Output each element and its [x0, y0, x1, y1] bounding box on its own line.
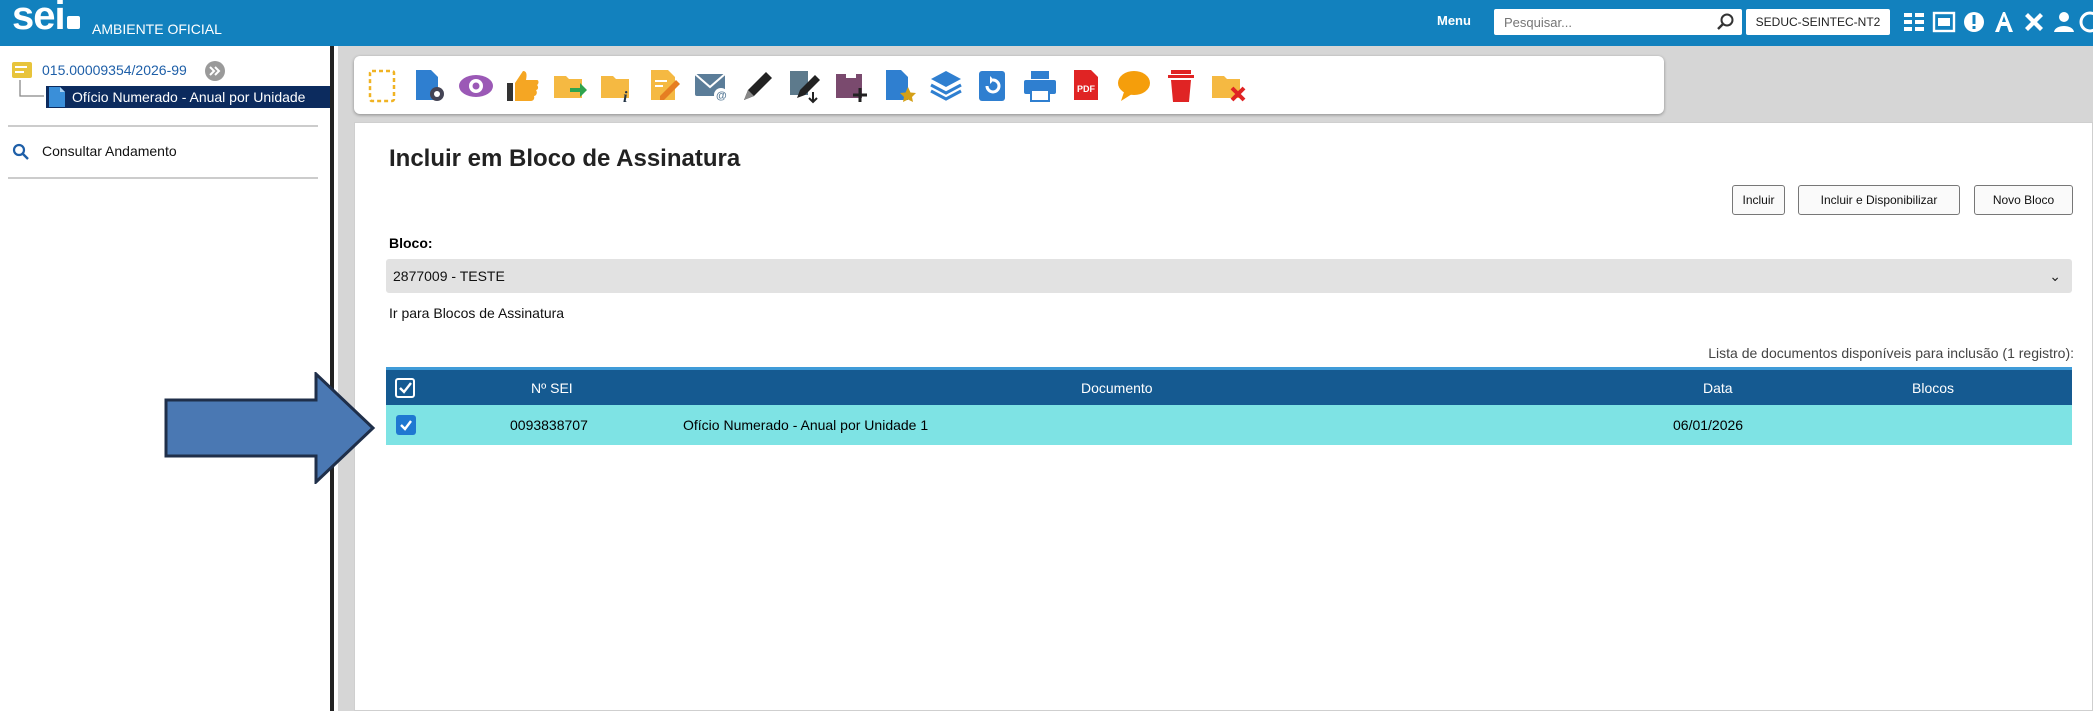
svg-text:@: @ — [716, 90, 727, 102]
unit-selector[interactable]: SEDUC-SEINTEC-NT2 — [1746, 9, 1890, 35]
process-settings-icon[interactable] — [411, 68, 447, 104]
logo-text: sei — [12, 0, 66, 38]
font-icon[interactable] — [1992, 10, 2016, 34]
print-icon[interactable] — [1022, 68, 1058, 104]
header-documento[interactable]: Documento — [1081, 370, 1153, 405]
sei-logo[interactable]: sei — [12, 0, 80, 39]
pdf-icon[interactable]: PDF — [1069, 68, 1105, 104]
top-bar: sei AMBIENTE OFICIAL Menu SEDUC-SEINTEC-… — [0, 0, 2093, 46]
svg-text:PDF: PDF — [1077, 84, 1096, 94]
logo-dot-icon — [66, 16, 80, 29]
table-header: Nº SEI Documento Data Blocos — [386, 367, 2072, 405]
table-row[interactable]: 0093838707 Ofício Numerado - Anual por U… — [386, 405, 2072, 445]
grid-icon[interactable] — [1902, 10, 1926, 34]
tree-document-label: Ofício Numerado - Anual por Unidade — [72, 89, 306, 105]
like-icon[interactable] — [505, 68, 541, 104]
sidebar-divider — [8, 177, 318, 179]
calendar-icon[interactable] — [1932, 10, 1956, 34]
layers-icon[interactable] — [928, 68, 964, 104]
tree-document-item[interactable]: Ofício Numerado - Anual por Unidade — [46, 86, 330, 108]
search-icon — [12, 143, 29, 160]
document-toolbar: i @ PDF — [354, 56, 1664, 114]
cell-documento[interactable]: Ofício Numerado - Anual por Unidade 1 — [683, 405, 928, 445]
bloco-label: Bloco: — [389, 235, 433, 251]
process-info-icon[interactable]: i — [599, 68, 635, 104]
add-to-block-icon[interactable] — [834, 68, 870, 104]
user-icon[interactable] — [2052, 10, 2076, 34]
checkbox-checked-icon — [396, 415, 416, 435]
new-document-icon[interactable] — [364, 68, 400, 104]
checkbox-checked-icon — [395, 377, 415, 398]
search-input[interactable] — [1494, 9, 1742, 35]
tools-icon[interactable] — [2022, 10, 2046, 34]
svg-text:i: i — [623, 89, 628, 104]
close-process-icon[interactable] — [1210, 68, 1246, 104]
view-icon[interactable] — [458, 68, 494, 104]
sidebar-divider — [8, 125, 318, 127]
bloco-selected-value: 2877009 - TESTE — [393, 268, 505, 284]
main-area: i @ PDF Incluir em Bloco de Assinatura I… — [338, 46, 2093, 711]
tree-connector — [19, 80, 44, 97]
consult-history-link[interactable]: Consultar Andamento — [42, 143, 177, 159]
novo-bloco-button[interactable]: Novo Bloco — [1974, 185, 2073, 215]
chevron-down-icon: ⌄ — [2049, 268, 2061, 284]
send-email-icon[interactable]: @ — [693, 68, 729, 104]
incluir-button[interactable]: Incluir — [1732, 185, 1785, 215]
content-panel: Incluir em Bloco de Assinatura Incluir I… — [354, 122, 2093, 711]
bookmark-icon[interactable] — [881, 68, 917, 104]
list-caption: Lista de documentos disponíveis para inc… — [1708, 345, 2074, 361]
alert-icon[interactable] — [1962, 10, 1986, 34]
edit-document-icon[interactable] — [646, 68, 682, 104]
process-number-link[interactable]: 015.00009354/2026-99 — [42, 62, 187, 78]
comment-icon[interactable] — [1116, 68, 1152, 104]
search-icon[interactable] — [1716, 12, 1736, 32]
header-numero-sei[interactable]: Nº SEI — [531, 370, 573, 405]
environment-label: AMBIENTE OFICIAL — [92, 21, 222, 37]
cell-data: 06/01/2026 — [1673, 417, 1744, 433]
bloco-select[interactable]: 2877009 - TESTE ⌄ — [386, 259, 2072, 293]
cell-numero-sei: 0093838707 — [510, 417, 588, 433]
incluir-disponibilizar-button[interactable]: Incluir e Disponibilizar — [1798, 185, 1960, 215]
annotation-arrow-icon — [164, 372, 376, 484]
sign-icon[interactable] — [740, 68, 776, 104]
process-icon — [12, 62, 32, 78]
page-title: Incluir em Bloco de Assinatura — [389, 145, 741, 172]
sign-multiple-icon[interactable] — [787, 68, 823, 104]
go-to-blocks-link[interactable]: Ir para Blocos de Assinatura — [389, 305, 564, 321]
header-data[interactable]: Data — [1703, 370, 1733, 405]
refresh-icon[interactable] — [975, 68, 1011, 104]
select-all-checkbox[interactable] — [394, 370, 416, 405]
document-icon — [49, 87, 65, 107]
more-icon[interactable] — [2078, 10, 2093, 34]
send-process-icon[interactable] — [552, 68, 588, 104]
header-blocos[interactable]: Blocos — [1912, 370, 1954, 405]
menu-button[interactable]: Menu — [1437, 13, 1471, 28]
process-status-icon[interactable] — [204, 60, 226, 82]
row-checkbox[interactable] — [396, 405, 416, 445]
delete-icon[interactable] — [1163, 68, 1199, 104]
